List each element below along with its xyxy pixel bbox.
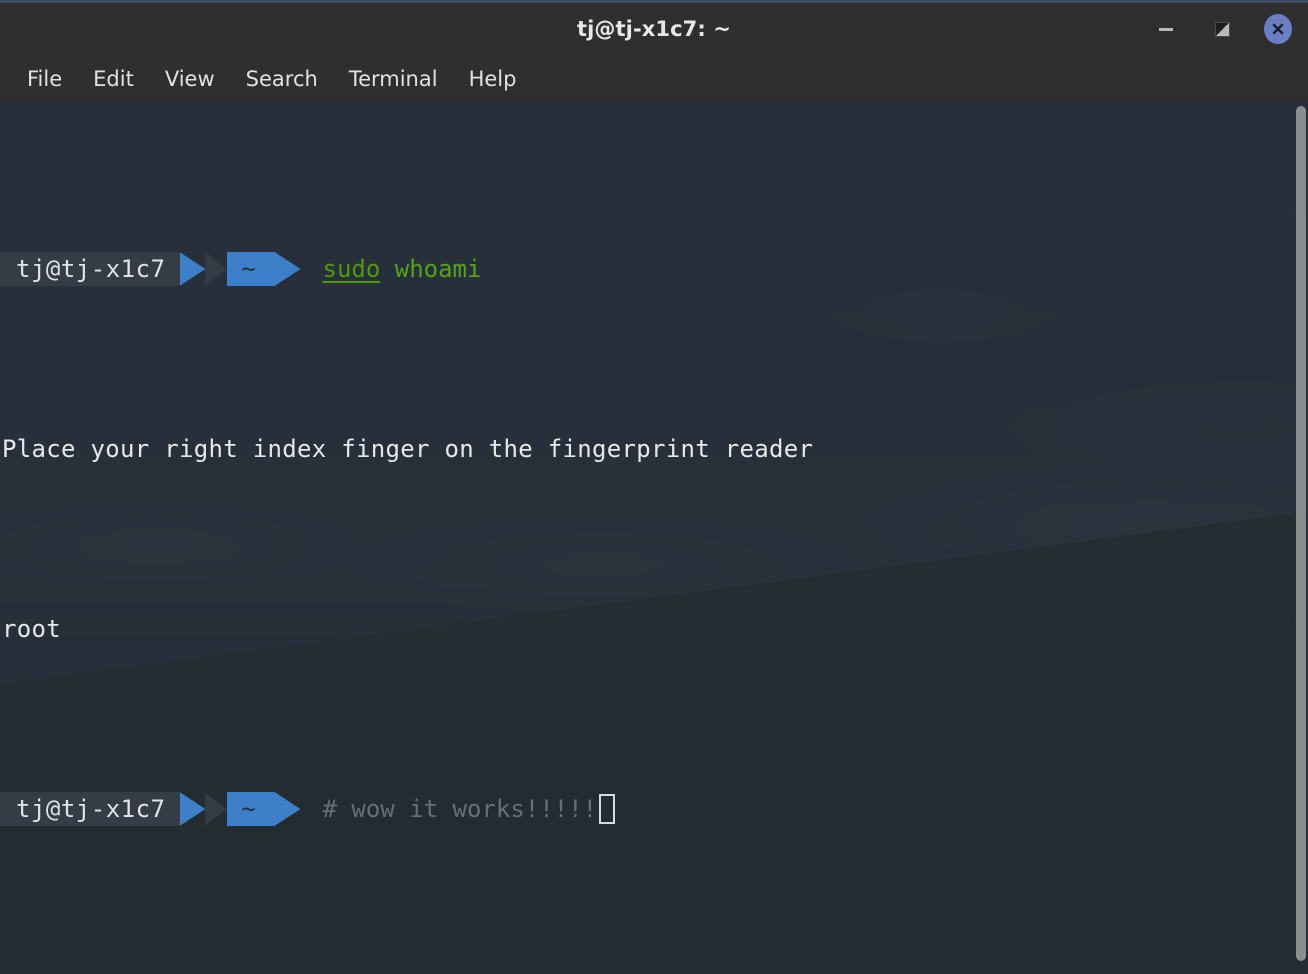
window-controls xyxy=(1152,3,1292,55)
terminal-window: tj@tj-x1c7: ~ File Edit View Search Term… xyxy=(0,0,1308,974)
close-icon xyxy=(1264,14,1292,44)
menu-item-search[interactable]: Search xyxy=(233,63,331,95)
menu-item-edit[interactable]: Edit xyxy=(80,63,147,95)
output-text-root: root xyxy=(2,615,61,643)
prompt-host-segment-2: tj@tj-x1c7 xyxy=(0,792,180,826)
menu-item-terminal[interactable]: Terminal xyxy=(336,63,451,95)
command-token-sudo: sudo xyxy=(322,255,381,283)
maximize-button[interactable] xyxy=(1208,15,1236,43)
prompt-path-segment: ~ xyxy=(226,252,275,286)
menu-item-view[interactable]: View xyxy=(152,63,228,95)
terminal-body[interactable]: tj@tj-x1c7 ~ sudo whoami Place your righ… xyxy=(0,102,1308,974)
prompt-arrow-host-to-path-icon xyxy=(179,252,206,286)
maximize-icon xyxy=(1214,21,1230,37)
command-token-comment: # wow it works!!!!! xyxy=(322,795,598,823)
menubar: File Edit View Search Terminal Help xyxy=(0,55,1308,102)
window-title: tj@tj-x1c7: ~ xyxy=(576,17,731,41)
terminal-application-window: tj@tj-x1c7: ~ File Edit View Search Term… xyxy=(0,0,1308,974)
command-token-space xyxy=(380,251,394,287)
terminal-line-prompt-2: tj@tj-x1c7 ~ # wow it works!!!!! xyxy=(0,791,1294,827)
prompt-arrow-end-icon-2 xyxy=(274,792,301,826)
minimize-button[interactable] xyxy=(1152,15,1180,43)
minimize-icon xyxy=(1159,27,1173,31)
command-token-whoami: whoami xyxy=(394,255,482,283)
menu-item-file[interactable]: File xyxy=(14,63,75,95)
output-text-fingerprint-prompt: Place your right index finger on the fin… xyxy=(2,435,814,463)
window-titlebar[interactable]: tj@tj-x1c7: ~ xyxy=(0,3,1308,55)
prompt-arrow-host-to-path-icon-2 xyxy=(179,792,206,826)
prompt-host-segment: tj@tj-x1c7 xyxy=(0,252,180,286)
terminal-line-prompt-1: tj@tj-x1c7 ~ sudo whoami xyxy=(0,251,1294,287)
terminal-output-area[interactable]: tj@tj-x1c7 ~ sudo whoami Place your righ… xyxy=(0,102,1294,935)
text-cursor xyxy=(599,794,616,824)
scrollbar-thumb[interactable] xyxy=(1296,106,1306,961)
prompt-arrow-notch-icon xyxy=(204,252,227,286)
terminal-scrollbar[interactable] xyxy=(1294,102,1308,974)
close-button[interactable] xyxy=(1264,14,1292,44)
menu-item-help[interactable]: Help xyxy=(456,63,530,95)
terminal-line-output-1: Place your right index finger on the fin… xyxy=(0,431,1294,467)
prompt-arrow-notch-icon-2 xyxy=(204,792,227,826)
prompt-path-segment-2: ~ xyxy=(226,792,275,826)
terminal-line-output-2: root xyxy=(0,611,1294,647)
prompt-arrow-end-icon xyxy=(274,252,301,286)
